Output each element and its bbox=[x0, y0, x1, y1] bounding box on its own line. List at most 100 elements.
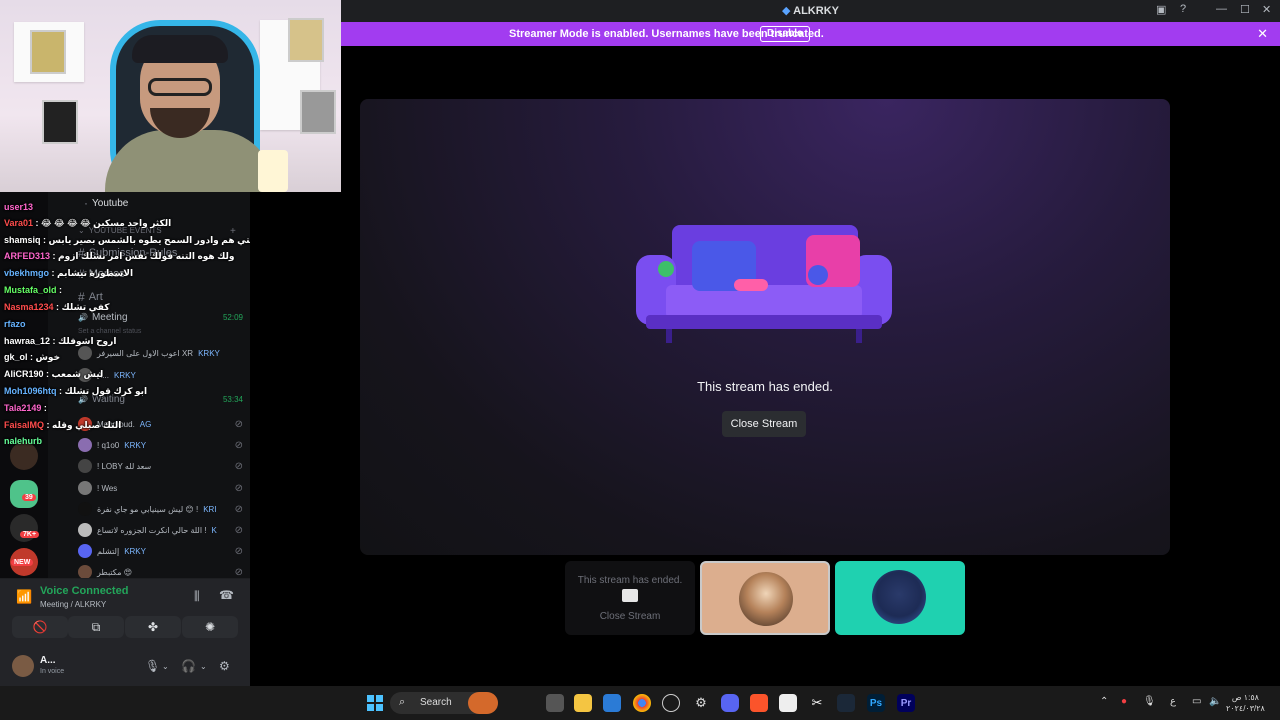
notepad-icon[interactable] bbox=[779, 694, 797, 712]
screen: 39 7K+ NEW · Youtube ⌄ YOUTUBE EVENTS + # S… bbox=[0, 0, 1280, 720]
steam-overlay-icon[interactable]: ⚙ bbox=[692, 694, 710, 712]
voice-user[interactable]: ليش سينيابي مو جاي نفرة 😊 ! KRI ⊘ bbox=[78, 502, 243, 516]
chat-message: Nasma1234 : كفي تشلك bbox=[4, 302, 110, 312]
disconnect-icon[interactable]: ☎ bbox=[219, 588, 234, 602]
user-badge: K bbox=[211, 525, 217, 535]
chat-message: Tala2149 : bbox=[4, 403, 47, 413]
unread-badge: 7K+ bbox=[20, 531, 40, 538]
inbox-icon[interactable]: ▣ bbox=[1156, 3, 1166, 16]
channel-timer: 53:34 bbox=[222, 395, 243, 404]
channel-prefix: · bbox=[84, 196, 88, 210]
user-status: In voice bbox=[40, 668, 65, 675]
channel-timer: 52:09 bbox=[222, 313, 243, 322]
app-icon[interactable] bbox=[662, 694, 680, 712]
close-banner-icon[interactable]: ✕ bbox=[1257, 26, 1268, 42]
chat-username: rfazo bbox=[4, 319, 26, 329]
steam-icon[interactable] bbox=[837, 694, 855, 712]
voice-user[interactable]: ! LOBY سعد لله ⊘ bbox=[78, 459, 243, 473]
channel-status-prompt[interactable]: Set a channel status bbox=[78, 328, 141, 335]
chat-username: nalehurb bbox=[4, 436, 43, 446]
user-badge: AG bbox=[139, 419, 152, 429]
close-window-icon[interactable]: ✕ bbox=[1262, 3, 1271, 16]
voice-user[interactable]: ! q1o0 KRKY ⊘ bbox=[78, 438, 243, 452]
participant-avatar bbox=[872, 570, 926, 624]
voice-user[interactable]: مكتبطر 😍 ⊘ bbox=[78, 565, 243, 579]
voice-user-name: ! Wes bbox=[97, 483, 118, 493]
activities-button[interactable]: ✤ bbox=[125, 616, 181, 638]
chrome-icon[interactable] bbox=[633, 694, 651, 712]
chevron-down-icon[interactable]: ⌄ bbox=[200, 662, 207, 671]
screen-share-button[interactable]: ⧉ bbox=[68, 616, 124, 638]
maximize-icon[interactable]: ☐ bbox=[1240, 3, 1250, 16]
voice-user[interactable]: ! Wes ⊘ bbox=[78, 481, 243, 495]
soundboard-button[interactable]: ✺ bbox=[182, 616, 238, 638]
voice-user[interactable]: اعوب الاول على السيرفر XR KRKY bbox=[78, 346, 243, 360]
stream-ended-card: This stream has ended. Close Stream bbox=[360, 99, 1170, 555]
voice-channel-meeting[interactable]: 🔊 Meeting 52:09 bbox=[78, 312, 243, 323]
chat-username: user13 bbox=[4, 202, 34, 212]
user-badge: KRKY bbox=[114, 370, 136, 380]
mug bbox=[258, 150, 288, 192]
activities-icon: ✤ bbox=[147, 620, 159, 634]
award-plaque bbox=[42, 100, 78, 144]
participant-tile[interactable] bbox=[835, 561, 965, 635]
user-badge: KRKY bbox=[124, 546, 146, 556]
chat-message: hawraa_12 : اروح اشوفلك bbox=[4, 336, 117, 346]
voice-channel-path[interactable]: Meeting / ALKRKY bbox=[40, 600, 106, 609]
voice-status[interactable]: Voice Connected bbox=[40, 585, 128, 597]
participant-tile[interactable] bbox=[700, 561, 830, 635]
voice-user[interactable]: إلتشلم KRKY ⊘ bbox=[78, 544, 243, 558]
chat-username: hawraa_12 bbox=[4, 336, 51, 346]
tray-overflow-icon[interactable]: ⌃ bbox=[1100, 696, 1108, 707]
close-stream-button[interactable]: Close Stream bbox=[722, 411, 806, 437]
chat-text: اروح اشوفلك bbox=[58, 336, 117, 346]
headphones-icon[interactable]: 🎧 bbox=[181, 659, 196, 673]
avatar bbox=[78, 346, 92, 360]
photoshop-icon[interactable]: Ps bbox=[867, 694, 885, 712]
brave-icon[interactable] bbox=[750, 694, 768, 712]
discord-icon[interactable] bbox=[721, 694, 739, 712]
noise-suppression-icon[interactable]: ⫼ bbox=[194, 589, 200, 604]
channel-youtube[interactable]: · Youtube bbox=[84, 196, 128, 210]
chat-message: Mustafa_old : bbox=[4, 285, 63, 295]
disable-streamer-mode-button[interactable]: Disable bbox=[760, 26, 810, 42]
settings-gear-icon[interactable]: ⚙ bbox=[219, 659, 230, 673]
window-titlebar: ◆ ALKRKY ▣ ? — ☐ ✕ bbox=[341, 0, 1280, 22]
avatar[interactable] bbox=[12, 655, 34, 677]
taskbar-clock[interactable]: ١:٥٨ ص ٢٠٢٤/٠٣/٢٨ bbox=[1226, 692, 1265, 714]
speaker-icon: 🔊 bbox=[78, 313, 88, 322]
chevron-down-icon[interactable]: ⌄ bbox=[162, 662, 169, 671]
server-icon[interactable] bbox=[10, 442, 38, 470]
deafened-icon: ⊘ bbox=[234, 503, 243, 515]
user-badge: KRKY bbox=[198, 348, 220, 358]
voice-user[interactable]: اللة حالي انكرت الجزوره لاتساع ! K ⊘ bbox=[78, 523, 243, 537]
windows-start-icon[interactable] bbox=[366, 694, 384, 712]
microphone-icon[interactable]: 🎙 bbox=[145, 659, 160, 673]
voice-user-name: ! LOBY سعد لله bbox=[97, 461, 152, 471]
task-view-icon[interactable] bbox=[546, 694, 564, 712]
premiere-icon[interactable]: Pr bbox=[897, 694, 915, 712]
stream-tile-ended[interactable]: This stream has ended. Close Stream bbox=[565, 561, 695, 635]
chat-message: user13 bbox=[4, 202, 33, 212]
tray-microphone-icon[interactable]: 🎙 bbox=[1143, 696, 1156, 707]
chat-message: rfazo bbox=[4, 319, 26, 329]
avatar bbox=[78, 481, 92, 495]
tray-app-icon[interactable]: ● bbox=[1121, 696, 1127, 707]
award-plaque bbox=[300, 90, 336, 134]
voice-user-name: اعوب الاول على السيرفر XR bbox=[97, 348, 194, 358]
capcut-icon[interactable]: ✂ bbox=[808, 694, 826, 712]
network-icon[interactable]: ▭ bbox=[1192, 696, 1201, 707]
file-explorer-icon[interactable] bbox=[574, 694, 592, 712]
user-name[interactable]: A... bbox=[40, 655, 56, 666]
tile-close-stream-button[interactable]: Close Stream bbox=[565, 611, 695, 622]
taskbar-search[interactable]: ⌕ Search bbox=[390, 692, 498, 714]
keyboard-language[interactable]: ع bbox=[1170, 696, 1176, 707]
help-icon[interactable]: ? bbox=[1180, 3, 1186, 15]
minimize-icon[interactable]: — bbox=[1216, 3, 1227, 15]
signal-icon[interactable]: 📶 bbox=[16, 589, 32, 605]
camera-off-button[interactable]: 🚫 bbox=[12, 616, 68, 638]
store-icon[interactable] bbox=[603, 694, 621, 712]
voice-user-name: ليش سينيابي مو جاي نفرة 😊 ! bbox=[97, 504, 199, 514]
volume-icon[interactable]: 🔈 bbox=[1209, 696, 1221, 707]
new-badge: NEW bbox=[11, 559, 34, 566]
